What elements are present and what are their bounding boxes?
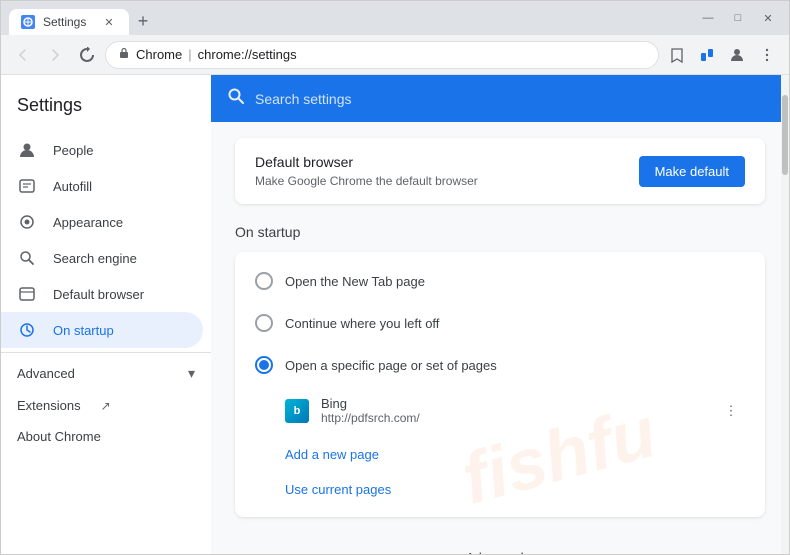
nav-actions: [663, 41, 781, 69]
address-separator: |: [188, 47, 191, 62]
address-url: chrome://settings: [198, 47, 297, 62]
back-button[interactable]: [9, 41, 37, 69]
startup-options-card: Open the New Tab page Continue where you…: [235, 252, 765, 517]
use-current-link-container: Use current pages: [235, 474, 765, 509]
new-tab-button[interactable]: +: [129, 7, 157, 35]
settings-title: Settings: [1, 83, 211, 132]
bing-info: Bing http://pdfsrch.com/: [321, 396, 420, 425]
nav-bar: Chrome | chrome://settings: [1, 35, 789, 75]
startup-specific-label: Open a specific page or set of pages: [285, 358, 497, 373]
bing-url: http://pdfsrch.com/: [321, 411, 420, 425]
title-bar: Settings ✕ + — □ ✕: [1, 1, 789, 35]
maximize-button[interactable]: □: [725, 8, 751, 28]
bookmark-button[interactable]: [663, 41, 691, 69]
add-page-link-container: Add a new page: [235, 435, 765, 474]
advanced-label: Advanced: [17, 366, 75, 381]
external-link-icon: ↗: [101, 399, 111, 413]
search-bar-icon: [227, 87, 245, 110]
sidebar-default-browser-label: Default browser: [53, 287, 144, 302]
default-browser-description: Make Google Chrome the default browser: [255, 174, 478, 188]
search-icon: [17, 248, 37, 268]
startup-option-continue[interactable]: Continue where you left off: [235, 302, 765, 344]
address-label: Chrome: [136, 47, 182, 62]
main-content: Settings People Autofill Appearance: [1, 75, 789, 554]
refresh-button[interactable]: [73, 41, 101, 69]
scrollbar-track[interactable]: [781, 75, 789, 554]
panel-content: Default browser Make Google Chrome the d…: [211, 122, 789, 533]
sidebar-appearance-label: Appearance: [53, 215, 123, 230]
sidebar-item-extensions[interactable]: Extensions ↗: [1, 390, 211, 421]
search-bar-area: [211, 75, 789, 122]
tab-title: Settings: [43, 15, 86, 29]
address-bar[interactable]: Chrome | chrome://settings: [105, 41, 659, 69]
window-controls: — □ ✕: [695, 8, 781, 28]
sidebar-item-appearance[interactable]: Appearance: [1, 204, 203, 240]
bottom-dropdown-icon: ▾: [528, 549, 535, 554]
advanced-expand-icon: ▾: [188, 365, 195, 382]
bottom-advanced-area: Advanced ▾: [211, 533, 789, 554]
tab-bar: Settings ✕ +: [9, 1, 157, 35]
appearance-icon: [17, 212, 37, 232]
sidebar-item-search-engine[interactable]: Search engine: [1, 240, 203, 276]
search-input[interactable]: [255, 91, 773, 107]
sidebar-item-about-chrome[interactable]: About Chrome: [1, 421, 211, 452]
tab-close-button[interactable]: ✕: [101, 14, 117, 30]
extensions-button[interactable]: [693, 41, 721, 69]
sidebar-autofill-label: Autofill: [53, 179, 92, 194]
bottom-advanced-label: Advanced: [466, 550, 524, 555]
browser-window: Settings ✕ + — □ ✕ Chrome | chrome://se: [0, 0, 790, 555]
sidebar: Settings People Autofill Appearance: [1, 75, 211, 554]
use-current-pages-link[interactable]: Use current pages: [285, 482, 391, 497]
sidebar-item-on-startup[interactable]: On startup: [1, 312, 203, 348]
menu-button[interactable]: [753, 41, 781, 69]
about-chrome-label: About Chrome: [17, 429, 101, 444]
default-browser-card: Default browser Make Google Chrome the d…: [235, 138, 765, 204]
radio-new-tab: [255, 272, 273, 290]
tab-favicon: [21, 15, 35, 29]
minimize-button[interactable]: —: [695, 8, 721, 28]
bing-menu-icon: ⋮: [725, 403, 738, 419]
startup-continue-label: Continue where you left off: [285, 316, 439, 331]
settings-tab[interactable]: Settings ✕: [9, 9, 129, 35]
default-browser-info: Default browser Make Google Chrome the d…: [255, 154, 478, 188]
radio-specific-page: [255, 356, 273, 374]
sidebar-extensions-label: Extensions: [17, 398, 81, 413]
default-browser-title: Default browser: [255, 154, 478, 170]
radio-selected-indicator: [259, 360, 269, 370]
startup-new-tab-label: Open the New Tab page: [285, 274, 425, 289]
make-default-button[interactable]: Make default: [639, 156, 745, 187]
lock-icon: [118, 47, 130, 62]
bing-item: b Bing http://pdfsrch.com/ ⋮: [235, 386, 765, 435]
sidebar-startup-label: On startup: [53, 323, 114, 338]
bing-logo-text: b: [294, 405, 301, 417]
settings-panel: Default browser Make Google Chrome the d…: [211, 75, 789, 554]
startup-icon: [17, 320, 37, 340]
bing-menu-button[interactable]: ⋮: [717, 397, 745, 425]
forward-button[interactable]: [41, 41, 69, 69]
startup-option-new-tab[interactable]: Open the New Tab page: [235, 260, 765, 302]
radio-continue: [255, 314, 273, 332]
add-new-page-link[interactable]: Add a new page: [285, 447, 379, 462]
sidebar-item-people[interactable]: People: [1, 132, 203, 168]
sidebar-item-default-browser[interactable]: Default browser: [1, 276, 203, 312]
person-icon: [17, 140, 37, 160]
startup-option-specific[interactable]: Open a specific page or set of pages: [235, 344, 765, 386]
autofill-icon: [17, 176, 37, 196]
close-button[interactable]: ✕: [755, 8, 781, 28]
sidebar-people-label: People: [53, 143, 93, 158]
bottom-advanced-button[interactable]: Advanced ▾: [466, 549, 534, 554]
bing-name: Bing: [321, 396, 420, 411]
sidebar-search-label: Search engine: [53, 251, 137, 266]
on-startup-title: On startup: [235, 224, 765, 240]
sidebar-item-autofill[interactable]: Autofill: [1, 168, 203, 204]
sidebar-advanced-section[interactable]: Advanced ▾: [1, 357, 211, 390]
sidebar-divider: [1, 352, 211, 353]
browser-icon: [17, 284, 37, 304]
bing-logo: b: [285, 399, 309, 423]
account-button[interactable]: [723, 41, 751, 69]
scrollbar-thumb[interactable]: [782, 95, 788, 175]
